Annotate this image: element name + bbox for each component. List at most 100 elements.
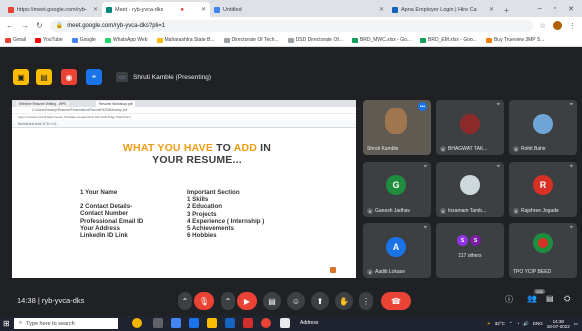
taskbar-clock[interactable]: 14:38 18-07-2022 bbox=[547, 319, 570, 329]
stop-presenting-icon[interactable]: ◉ bbox=[61, 69, 77, 85]
new-tab-button[interactable]: + bbox=[498, 6, 515, 17]
layout-icon[interactable]: ▣ bbox=[13, 69, 29, 85]
browser-tab-2[interactable]: Meet - ryb-yvca-dks ● ✕ bbox=[102, 2, 210, 17]
bookmark-item[interactable]: YouTube bbox=[35, 37, 63, 43]
bookmark-item[interactable]: Buy Trueview 3MP S... bbox=[485, 37, 544, 43]
participant-tile[interactable]: ⌖ G ✕ Ganesh Jadhav bbox=[363, 162, 431, 217]
browser-tab-label: Untitled bbox=[223, 6, 242, 13]
back-icon[interactable]: ← bbox=[6, 21, 14, 30]
participant-tile[interactable]: ⌖ ✕ Inzamam Tamb... bbox=[436, 162, 504, 217]
pin-icon[interactable]: ⌖ bbox=[570, 225, 573, 232]
dsd-icon bbox=[287, 37, 294, 43]
presenting-indicator: ▭ Shruti Kamble (Presenting) bbox=[116, 70, 211, 84]
edge-icon[interactable] bbox=[171, 318, 181, 328]
bookmark-item[interactable]: DSD Directorate Of... bbox=[287, 37, 343, 43]
bookmark-item[interactable]: Gmail bbox=[5, 37, 26, 43]
file-explorer-icon[interactable] bbox=[207, 318, 217, 328]
minimize-icon[interactable]: – bbox=[538, 5, 542, 12]
maximize-icon[interactable]: ▫ bbox=[554, 5, 556, 12]
settings-icon[interactable] bbox=[280, 318, 290, 328]
participant-tile[interactable]: ••• Shruti Kamble bbox=[363, 100, 431, 155]
participant-avatar bbox=[460, 114, 480, 134]
taskbar-search[interactable]: ⌕ Type here to search bbox=[14, 318, 118, 329]
bookmark-item[interactable]: Google bbox=[71, 37, 96, 43]
list-item: 3 Projects bbox=[187, 210, 217, 218]
camera-toggle-button[interactable]: ▶ bbox=[237, 292, 257, 310]
participant-tile[interactable]: ⌖ ✕ BHAGWAT TAK... bbox=[436, 100, 504, 155]
network-icon[interactable]: ◔ bbox=[517, 321, 520, 326]
participant-name: ✕ BHAGWAT TAK... bbox=[440, 146, 488, 152]
list-item: Important Section bbox=[187, 189, 240, 196]
language-indicator[interactable]: ENG bbox=[533, 321, 543, 326]
participant-tile[interactable]: ⌖ TPO YCIP BEED bbox=[509, 223, 577, 278]
pin-icon[interactable]: ⌖ bbox=[570, 102, 573, 109]
volume-icon[interactable]: 🔊 bbox=[523, 321, 529, 327]
close-tab-icon[interactable]: ✕ bbox=[197, 6, 206, 13]
present-now-button[interactable]: ⬆ bbox=[311, 292, 329, 310]
activities-icon[interactable]: ⛭ bbox=[564, 294, 570, 304]
mic-toggle-button[interactable]: 🎙 bbox=[194, 292, 214, 310]
chrome-icon[interactable] bbox=[261, 318, 271, 328]
notifications-icon[interactable]: ▭ bbox=[574, 321, 578, 327]
participant-tile[interactable]: ⌖ ✕ Rohit Bahir bbox=[509, 100, 577, 155]
participant-tile[interactable]: ⌖ R ✕ Rajshree Jogade bbox=[509, 162, 577, 217]
mic-options-icon[interactable]: ⌃ bbox=[178, 292, 192, 310]
more-options-button[interactable]: ⋮ bbox=[359, 292, 373, 310]
end-call-button[interactable]: ☎ bbox=[381, 292, 411, 310]
bookmark-item[interactable]: WhatsApp Web bbox=[104, 37, 148, 43]
close-window-icon[interactable]: ✕ bbox=[568, 5, 574, 13]
task-view-icon[interactable] bbox=[153, 318, 163, 328]
headline-part: IN bbox=[260, 142, 272, 154]
pin-icon[interactable]: ⌖ bbox=[424, 225, 427, 232]
browser-tab-label: https://meet.google.com/ryb- bbox=[17, 6, 87, 13]
pin-icon[interactable]: ⌖ bbox=[86, 69, 102, 85]
others-tile[interactable]: S S 117 others bbox=[436, 223, 504, 278]
left-list: 1 Your Name 2 Contact Details- Contact N… bbox=[80, 189, 143, 239]
menu-dots-icon[interactable]: ⋮ bbox=[569, 22, 576, 30]
close-tab-icon[interactable]: ✕ bbox=[375, 6, 384, 13]
bookmark-item[interactable]: BRD_EM.xlsx - Goo... bbox=[420, 37, 477, 43]
mail-icon[interactable] bbox=[189, 318, 199, 328]
headline-part: WHAT YOU HAVE bbox=[122, 142, 214, 154]
participant-tile[interactable]: ⌖ A ✕ Aaditi Lokase bbox=[363, 223, 431, 278]
pin-icon[interactable]: ⌖ bbox=[497, 164, 500, 171]
pin-icon[interactable]: ⌖ bbox=[424, 164, 427, 171]
windows-start-icon[interactable]: ⊞ bbox=[3, 319, 10, 328]
list-item: 4 Experience ( Internship ) bbox=[187, 217, 265, 225]
profile-avatar[interactable] bbox=[553, 21, 562, 30]
raise-hand-button[interactable]: ✋ bbox=[335, 292, 353, 310]
pin-icon[interactable]: ⌖ bbox=[497, 102, 500, 109]
store-icon[interactable] bbox=[225, 318, 235, 328]
tray-chevron-icon[interactable]: ⌃ bbox=[509, 321, 513, 327]
bookmark-star-icon[interactable]: ☆ bbox=[540, 22, 546, 30]
browser-tab-3[interactable]: Untitled ✕ bbox=[210, 2, 388, 17]
reload-icon[interactable]: ↻ bbox=[36, 21, 43, 30]
pin-icon[interactable]: ⌖ bbox=[570, 164, 573, 171]
close-tab-icon[interactable]: ✕ bbox=[89, 6, 98, 13]
people-icon[interactable]: 👥 bbox=[527, 294, 537, 303]
office-icon[interactable] bbox=[243, 318, 253, 328]
browser-tab-1[interactable]: https://meet.google.com/ryb- ✕ bbox=[4, 2, 102, 17]
chat-icon[interactable]: ▤ bbox=[546, 294, 554, 303]
info-icon[interactable]: ⓘ bbox=[505, 294, 513, 305]
globe-favicon-icon bbox=[214, 6, 220, 13]
youtube-icon bbox=[35, 37, 42, 43]
directorate-icon bbox=[223, 37, 230, 43]
cortana-icon[interactable] bbox=[132, 318, 142, 328]
emoji-button[interactable]: ☺ bbox=[287, 292, 305, 310]
captions-icon[interactable]: ▤ bbox=[36, 69, 52, 85]
browser-tab-4[interactable]: Apna Employer Login | Hire Ca ✕ bbox=[388, 2, 498, 17]
other-initial: S bbox=[470, 235, 481, 246]
camera-options-icon[interactable]: ⌃ bbox=[221, 292, 235, 310]
window-controls: – ▫ ✕ bbox=[538, 0, 582, 17]
captions-button[interactable]: ▤ bbox=[263, 292, 281, 310]
close-tab-icon[interactable]: ✕ bbox=[485, 6, 494, 13]
address-bar[interactable]: 🔒 meet.google.com/ryb-yvca-dks?pli=1 bbox=[49, 19, 533, 32]
bookmark-item[interactable]: Maharashtra State B... bbox=[156, 37, 215, 43]
bookmark-item[interactable]: Directorate Of Tech... bbox=[223, 37, 279, 43]
forward-icon[interactable]: → bbox=[21, 21, 29, 30]
presenter-label: Shruti Kamble (Presenting) bbox=[133, 73, 212, 81]
mic-off-icon: ✕ bbox=[367, 208, 373, 214]
bookmark-item[interactable]: BRD_MWC.xlsx - Go... bbox=[351, 37, 411, 43]
browser-toolbar: ← → ↻ 🔒 meet.google.com/ryb-yvca-dks?pli… bbox=[0, 17, 582, 34]
